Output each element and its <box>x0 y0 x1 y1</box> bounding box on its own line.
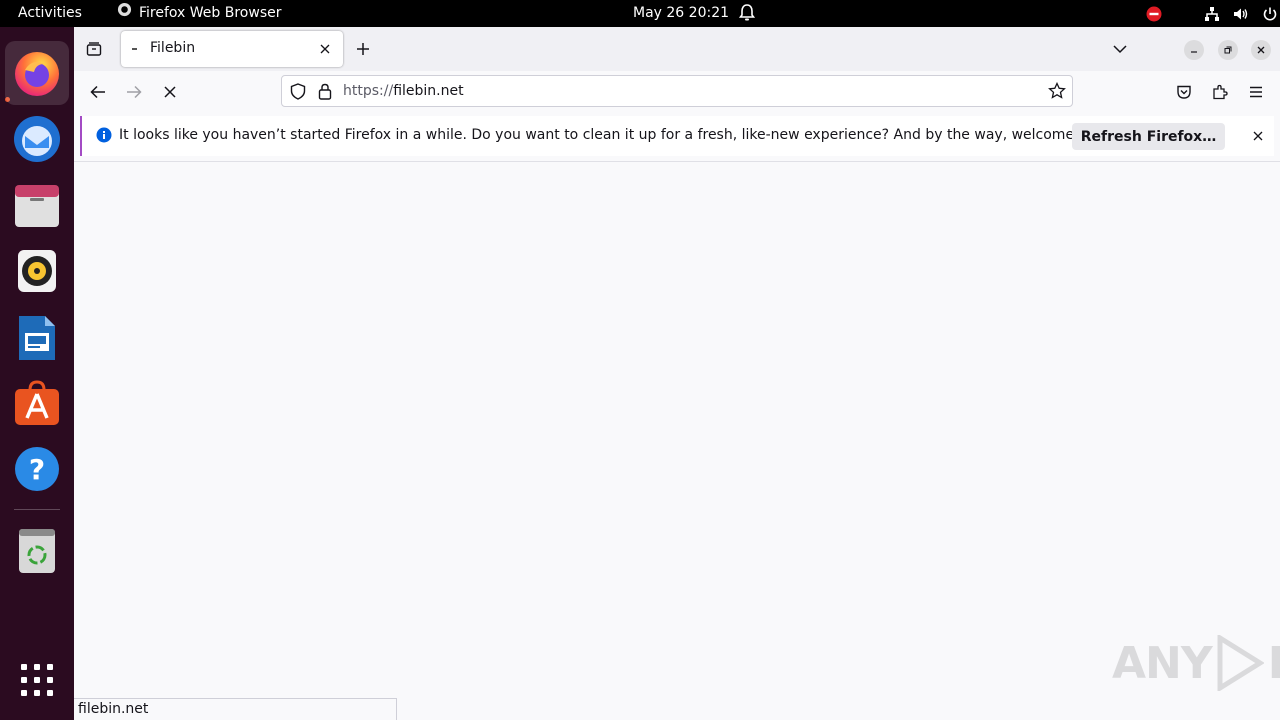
network-icon <box>1204 6 1220 22</box>
navigation-bar: https://filebin.net <box>74 71 1280 113</box>
system-tray[interactable] <box>1146 0 1278 27</box>
tab-close-button[interactable] <box>315 39 335 59</box>
restore-button[interactable] <box>1218 40 1238 60</box>
puzzle-piece-icon <box>1213 84 1228 100</box>
show-apps-button[interactable] <box>11 654 63 706</box>
activities-button[interactable]: Activities <box>18 0 82 27</box>
clock[interactable]: May 26 20:21 <box>633 0 729 27</box>
url-host: filebin.net <box>393 83 464 99</box>
plus-icon <box>357 43 369 55</box>
rhythmbox-icon <box>18 250 56 292</box>
minimize-button[interactable] <box>1184 40 1204 60</box>
close-window-button[interactable] <box>1251 40 1271 60</box>
hamburger-menu-icon <box>1250 86 1262 98</box>
dock-files[interactable] <box>11 180 63 232</box>
firefox-icon <box>15 52 59 96</box>
page-content[interactable] <box>74 161 1280 720</box>
app-name: Firefox Web Browser <box>139 5 282 21</box>
firefox-window: Filebin https://filebin.net It looks lik… <box>74 27 1280 720</box>
arrow-left-icon <box>90 85 105 99</box>
loading-favicon-icon <box>132 48 137 50</box>
stop-button[interactable] <box>160 82 180 102</box>
close-icon <box>1257 46 1265 54</box>
close-icon <box>320 44 330 54</box>
help-icon: ? <box>15 447 59 491</box>
volume-icon <box>1233 6 1249 22</box>
do-not-disturb-icon <box>1146 6 1162 22</box>
svg-text:?: ? <box>29 453 45 486</box>
status-panel: filebin.net <box>74 698 397 720</box>
tab-title: Filebin <box>150 40 196 56</box>
pocket-button[interactable] <box>1174 82 1194 102</box>
pocket-icon <box>1177 85 1191 99</box>
url-scheme: https:// <box>343 83 394 99</box>
dock-app-center[interactable] <box>11 377 63 429</box>
dock-firefox[interactable] <box>5 41 69 105</box>
list-all-tabs-button[interactable] <box>1110 39 1130 59</box>
notification-bell-icon[interactable] <box>738 4 756 22</box>
power-icon <box>1262 6 1278 22</box>
show-apps-icon <box>21 664 53 696</box>
refresh-firefox-button[interactable]: Refresh Firefox… <box>1072 123 1225 150</box>
bookmark-star-button[interactable] <box>1048 81 1066 104</box>
watermark-right-text: RUN <box>1268 638 1280 689</box>
close-icon <box>1253 131 1263 141</box>
dock-trash[interactable] <box>11 525 63 577</box>
firefox-view-icon <box>86 42 102 56</box>
dock-rhythmbox[interactable] <box>11 245 63 297</box>
tab-bar: Filebin <box>74 27 1280 71</box>
dock-separator <box>14 509 60 510</box>
forward-button[interactable] <box>124 82 144 102</box>
dock-help[interactable]: ? <box>11 443 63 495</box>
refresh-firefox-notification: It looks like you haven’t started Firefo… <box>80 116 1274 156</box>
firefox-small-icon <box>117 0 132 27</box>
app-menu[interactable]: Firefox Web Browser <box>117 0 282 27</box>
app-center-icon <box>15 380 59 425</box>
libreoffice-impress-icon <box>19 316 55 360</box>
dock-thunderbird[interactable] <box>11 113 63 165</box>
extensions-button[interactable] <box>1210 82 1230 102</box>
star-icon <box>1048 81 1066 99</box>
stop-icon <box>164 86 176 98</box>
notification-message: It looks like you haven’t started Firefo… <box>119 127 1118 143</box>
play-triangle-icon <box>1217 635 1264 691</box>
top-bar: Activities Firefox Web Browser May 26 20… <box>0 0 1280 27</box>
notification-close-button[interactable] <box>1248 126 1268 146</box>
new-tab-button[interactable] <box>353 39 373 59</box>
thunderbird-icon <box>14 116 60 162</box>
watermark-left-text: ANY <box>1112 637 1213 689</box>
files-icon <box>15 185 59 227</box>
chevron-down-icon <box>1113 45 1127 54</box>
tracking-protection-shield-icon[interactable] <box>290 83 306 104</box>
lock-icon[interactable] <box>318 83 332 104</box>
trash-icon <box>19 529 55 573</box>
tab-filebin[interactable]: Filebin <box>121 31 343 67</box>
firefox-view-button[interactable] <box>84 39 104 59</box>
app-menu-button[interactable] <box>1246 82 1266 102</box>
restore-icon <box>1224 46 1232 54</box>
info-icon <box>96 127 112 147</box>
back-button[interactable] <box>88 82 108 102</box>
dock: ? <box>0 27 74 720</box>
anyrun-watermark: ANY RUN <box>1112 635 1280 691</box>
dock-libreoffice-impress[interactable] <box>11 312 63 364</box>
url-text: https://filebin.net <box>343 83 464 99</box>
arrow-right-icon <box>127 85 142 99</box>
url-bar[interactable]: https://filebin.net <box>281 75 1073 107</box>
minimize-icon <box>1191 51 1197 53</box>
